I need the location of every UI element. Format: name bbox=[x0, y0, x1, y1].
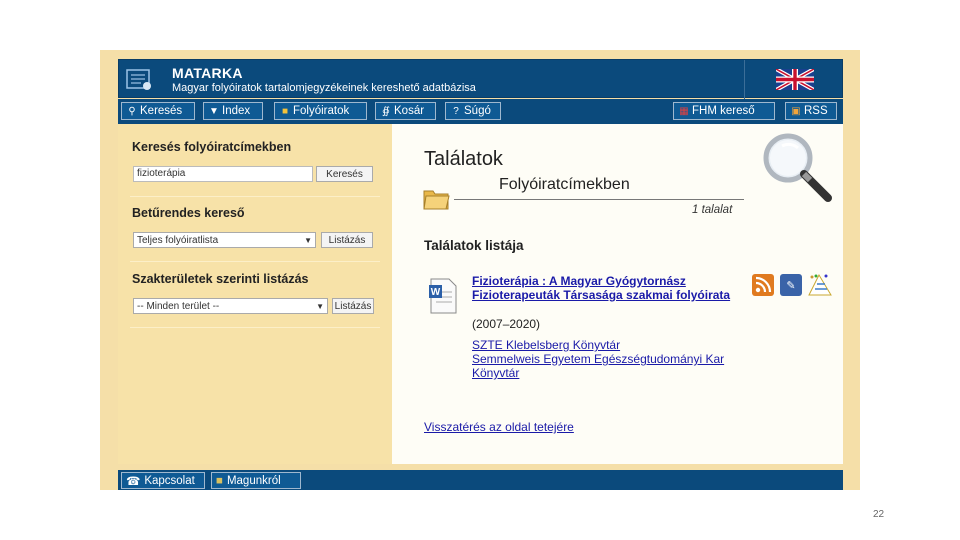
question-icon: ? bbox=[453, 105, 459, 117]
magnifier-icon: ⚲ bbox=[128, 105, 136, 117]
magnifier-icon bbox=[763, 133, 832, 202]
rss-feed-icon[interactable] bbox=[752, 274, 774, 296]
journal-result-link[interactable]: Fizioterápia : A Magyar Gyógytornász Fiz… bbox=[472, 274, 742, 302]
cart-icon: ∯ bbox=[382, 105, 390, 117]
info-icon: ■ bbox=[216, 474, 223, 487]
nav-rss-button[interactable]: ▣ RSS bbox=[785, 102, 837, 120]
nav-index-label: Index bbox=[222, 105, 251, 117]
results-panel: Találatok Folyóiratcímekben 1 talalat Ta… bbox=[392, 124, 843, 464]
uk-flag-icon[interactable] bbox=[776, 69, 814, 90]
subject-select-value: -- Minden terület -- bbox=[137, 300, 220, 312]
nav-cart-label: Kosár bbox=[394, 105, 425, 117]
nav-help-label: Súgó bbox=[464, 105, 491, 117]
funnel-icon: ▼ bbox=[209, 105, 219, 117]
journal-years: (2007–2020) bbox=[472, 317, 541, 331]
nav-fhm-button[interactable]: ▦ FHM kereső bbox=[673, 102, 775, 120]
results-count: 1 talalat bbox=[692, 204, 733, 216]
sidebar-divider bbox=[130, 196, 380, 197]
alpha-select[interactable]: Teljes folyóiratlista ▼ bbox=[133, 232, 316, 248]
subject-section-title: Szakterületek szerinti listázás bbox=[132, 272, 309, 286]
rss-icon: ▣ bbox=[791, 105, 801, 117]
main-navbar: ⚲ Keresés ▼ Index ■ Folyóiratok ∯ Kosár … bbox=[118, 99, 843, 124]
results-subtitle: Folyóiratcímekben bbox=[499, 176, 630, 193]
app-frame: MATARKA Magyar folyóiratok tartalomjegyz… bbox=[100, 50, 860, 490]
alpha-list-button[interactable]: Listázás bbox=[321, 232, 373, 248]
fhm-icon: ▦ bbox=[679, 105, 689, 117]
library-link[interactable]: SZTE Klebelsberg Könyvtár bbox=[472, 338, 742, 352]
nav-rss-label: RSS bbox=[804, 105, 828, 117]
alpha-select-value: Teljes folyóiratlista bbox=[137, 234, 219, 246]
journal-search-input[interactable]: fizioterápia bbox=[133, 166, 313, 182]
bibliographic-icon[interactable]: ✎ bbox=[780, 274, 802, 296]
folder-icon: ■ bbox=[281, 105, 289, 117]
svg-text:W: W bbox=[431, 287, 441, 298]
subject-select[interactable]: -- Minden terület -- ▼ bbox=[133, 298, 328, 314]
slide-page-number: 22 bbox=[873, 509, 885, 520]
sidebar-divider bbox=[130, 327, 380, 328]
nav-journals-button[interactable]: ■ Folyóiratok bbox=[274, 102, 367, 120]
nav-search-label: Keresés bbox=[140, 105, 183, 117]
back-to-top-link[interactable]: Visszatérés az oldal tetejére bbox=[424, 420, 574, 434]
matarka-icon[interactable] bbox=[807, 273, 833, 297]
site-title: MATARKA bbox=[172, 65, 243, 81]
library-links: SZTE Klebelsberg Könyvtár Semmelweis Egy… bbox=[472, 338, 742, 380]
site-subtitle: Magyar folyóiratok tartalomjegyzékeinek … bbox=[172, 82, 476, 94]
search-section-title: Keresés folyóiratcímekben bbox=[132, 140, 292, 154]
alpha-section-title: Betűrendes kereső bbox=[132, 206, 245, 220]
phone-icon: ☎ bbox=[126, 475, 141, 488]
nav-help-button[interactable]: ? Súgó bbox=[445, 102, 501, 120]
results-underline bbox=[454, 199, 744, 200]
about-label: Magunkról bbox=[226, 474, 281, 487]
search-button[interactable]: Keresés bbox=[316, 166, 373, 182]
library-link[interactable]: Semmelweis Egyetem Egészségtudományi Kar… bbox=[472, 352, 742, 380]
contact-button[interactable]: ☎ Kapcsolat bbox=[121, 472, 205, 489]
results-title: Találatok bbox=[424, 148, 503, 170]
site-footer: ☎ Kapcsolat ■ Magunkról bbox=[118, 470, 843, 490]
nav-cart-button[interactable]: ∯ Kosár bbox=[375, 102, 436, 120]
rss-icon bbox=[755, 276, 772, 293]
about-button[interactable]: ■ Magunkról bbox=[211, 472, 301, 489]
word-document-icon: W bbox=[429, 278, 457, 314]
subject-list-button[interactable]: Listázás bbox=[332, 298, 374, 314]
nav-fhm-label: FHM kereső bbox=[692, 105, 755, 117]
nav-index-button[interactable]: ▼ Index bbox=[203, 102, 263, 120]
chevron-down-icon: ▼ bbox=[316, 301, 324, 311]
matarka-logo-icon bbox=[126, 69, 151, 90]
nav-search-button[interactable]: ⚲ Keresés bbox=[121, 102, 195, 120]
results-list-title: Találatok listája bbox=[424, 238, 524, 253]
nav-journals-label: Folyóiratok bbox=[293, 105, 350, 117]
contact-label: Kapcsolat bbox=[144, 474, 195, 487]
site-header: MATARKA Magyar folyóiratok tartalomjegyz… bbox=[118, 59, 843, 99]
sidebar: Keresés folyóiratcímekben fizioterápia K… bbox=[118, 124, 392, 464]
sidebar-divider bbox=[130, 261, 380, 262]
chevron-down-icon: ▼ bbox=[304, 235, 312, 245]
folder-icon bbox=[423, 190, 450, 210]
header-separator bbox=[744, 60, 745, 99]
